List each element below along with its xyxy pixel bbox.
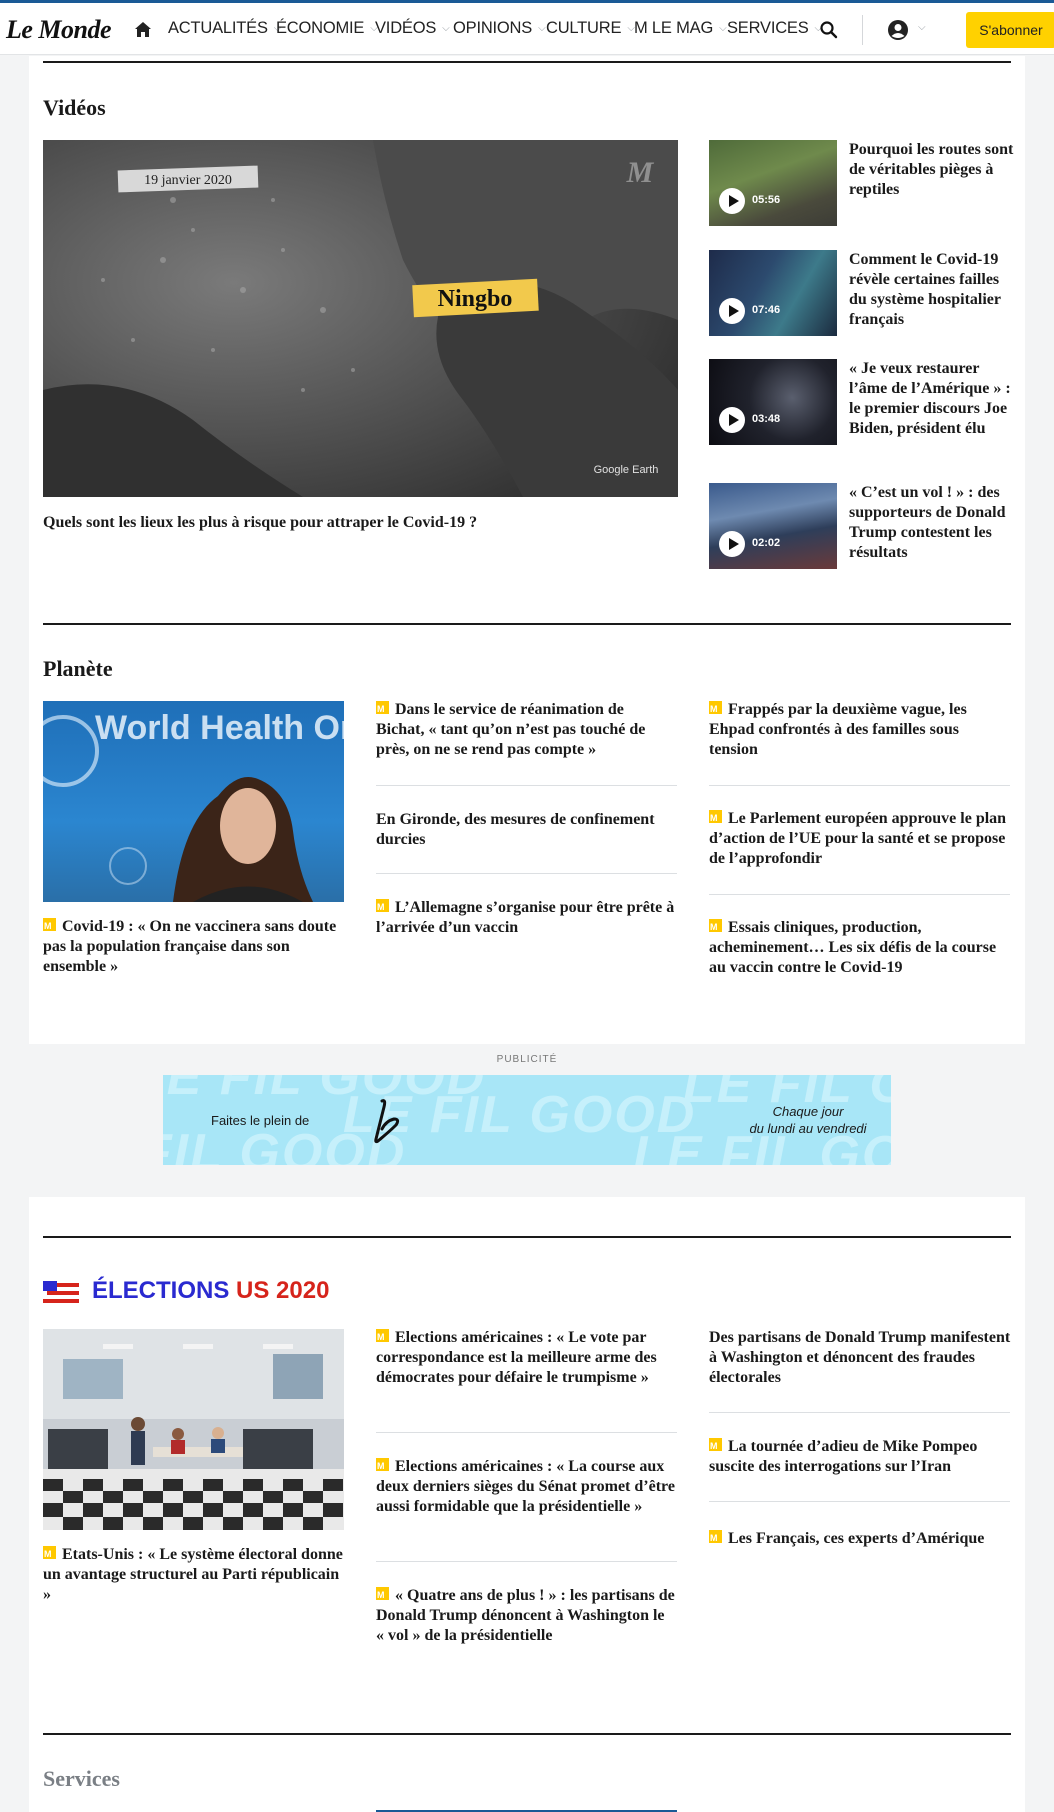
planete-article[interactable]: Frappés par la deuxième vague, les Ehpad…	[709, 699, 1009, 760]
nav-m-le-mag[interactable]: M LE MAG ⌵	[634, 19, 727, 38]
divider	[376, 1561, 677, 1562]
play-icon	[719, 531, 745, 557]
le-monde-badge-icon	[709, 1436, 722, 1456]
account-icon[interactable]	[887, 19, 909, 41]
main-video-caption[interactable]: Quels sont les lieux les plus à risque p…	[43, 512, 678, 534]
play-icon	[719, 407, 745, 433]
video-thumbnail: 07:46	[709, 250, 837, 336]
section-title-elections[interactable]: ÉLECTIONS US 2020	[92, 1277, 329, 1305]
nav-culture[interactable]: CULTURE ⌵	[546, 19, 635, 38]
divider	[709, 1412, 1010, 1413]
le-monde-badge-icon	[376, 1327, 389, 1347]
planete-article[interactable]: Le Parlement européen approuve le plan d…	[709, 808, 1009, 869]
play-icon	[719, 298, 745, 324]
elections-article[interactable]: Elections américaines : « Le vote par co…	[376, 1327, 676, 1388]
ad-left-text: Faites le plein de	[211, 1113, 310, 1128]
search-icon[interactable]	[819, 20, 839, 40]
polling-station-photo	[43, 1329, 344, 1530]
section-rule	[43, 1236, 1011, 1238]
video-item[interactable]: 05:56 Pourquoi les routes sont de vérita…	[709, 140, 1013, 230]
video-item[interactable]: 03:48 « Je veux restaurer l’âme de l’Amé…	[709, 359, 1011, 449]
nav-videos[interactable]: VIDÉOS ⌵	[375, 19, 450, 38]
le-monde-badge-icon	[43, 1544, 56, 1564]
ad-right-text: Chaque jour du lundi au vendredi	[749, 1104, 867, 1136]
planete-article[interactable]: Essais cliniques, production, achemineme…	[709, 917, 1009, 978]
video-thumbnail: 02:02	[709, 483, 837, 569]
chevron-down-icon: ⌵	[719, 23, 727, 35]
le-monde-badge-icon	[376, 1456, 389, 1476]
video-thumbnail: 05:56	[709, 140, 837, 226]
subscribe-button[interactable]: S'abonner	[966, 12, 1054, 48]
map-credit: Google Earth	[594, 464, 659, 476]
nav-services[interactable]: SERVICES ⌵	[727, 19, 822, 38]
divider	[376, 785, 677, 786]
section-title-videos[interactable]: Vidéos	[43, 95, 106, 121]
main-video-player[interactable]: 19 janvier 2020 Ningbo M Google Earth	[43, 140, 678, 497]
home-icon[interactable]	[133, 20, 153, 40]
video-item[interactable]: 07:46 Comment le Covid-19 révèle certain…	[709, 250, 1009, 340]
le-monde-badge-icon	[376, 699, 389, 719]
advertising-label: PUBLICITÉ	[496, 1054, 558, 1065]
advertising-banner[interactable]: LE FIL GOOD LE FIL GOOD LE FIL GOOD LE F…	[163, 1075, 891, 1165]
nav-economie[interactable]: ÉCONOMIE ⌵	[276, 19, 378, 38]
planete-main-article[interactable]: Covid-19 : « On ne vaccinera sans doute …	[43, 916, 348, 977]
top-navigation: Le Monde ACTUALITÉS ⌵ ÉCONOMIE ⌵ VIDÉOS ⌵ O…	[0, 3, 1054, 55]
video-duration: 02:02	[752, 537, 781, 549]
nav-separator	[862, 15, 863, 45]
who-text: World Health Organization	[95, 709, 344, 747]
play-icon	[719, 188, 745, 214]
planete-article[interactable]: L’Allemagne s’organise pour être prête à…	[376, 897, 676, 938]
divider	[376, 1432, 677, 1433]
chevron-down-icon: ⌵	[442, 23, 450, 35]
video-thumbnail: 03:48	[709, 359, 837, 445]
us-flag-icon	[43, 1281, 79, 1305]
who-photo: World Health Organization	[43, 709, 344, 902]
video-date-overlay: 19 janvier 2020	[144, 173, 232, 188]
elections-article[interactable]: Elections américaines : « La course aux …	[376, 1456, 676, 1517]
elections-article[interactable]: La tournée d’adieu de Mike Pompeo suscit…	[709, 1436, 1009, 1477]
video-title[interactable]: « Je veux restaurer l’âme de l’Amérique …	[849, 359, 1014, 439]
section-title-services[interactable]: Services	[43, 1766, 120, 1792]
le-monde-badge-icon	[709, 808, 722, 828]
le-monde-badge-icon	[709, 917, 722, 937]
video-item[interactable]: 02:02 « C’est un vol ! » : des supporteu…	[709, 483, 1009, 573]
le-monde-badge-icon	[376, 897, 389, 917]
le-monde-badge-icon	[376, 1585, 389, 1605]
video-duration: 05:56	[752, 194, 781, 206]
elections-article[interactable]: « Quatre ans de plus ! » : les partisans…	[376, 1585, 676, 1646]
elections-main-image[interactable]	[43, 1329, 344, 1530]
video-title[interactable]: Comment le Covid-19 révèle certaines fai…	[849, 250, 1014, 330]
section-title-planete[interactable]: Planète	[43, 656, 113, 682]
elections-main-article[interactable]: Etats-Unis : « Le système électoral donn…	[43, 1544, 348, 1605]
divider	[709, 785, 1010, 786]
elections-article[interactable]: Les Français, ces experts d’Amérique	[709, 1528, 1009, 1549]
planete-main-image[interactable]: World Health Organization	[43, 701, 344, 902]
elections-article[interactable]: Des partisans de Donald Trump manifesten…	[709, 1328, 1011, 1388]
watermark-m: M	[626, 156, 655, 189]
planete-article[interactable]: En Gironde, des mesures de confinement d…	[376, 810, 676, 850]
le-monde-badge-icon	[43, 916, 56, 936]
section-rule	[43, 61, 1011, 63]
le-monde-badge-icon	[709, 1528, 722, 1548]
divider	[709, 1501, 1010, 1502]
ad-logo-icon	[374, 1099, 400, 1144]
le-monde-badge-icon	[709, 699, 722, 719]
satellite-map-image: 19 janvier 2020 Ningbo M Google Earth	[43, 140, 678, 497]
nav-actualites[interactable]: ACTUALITÉS ⌵	[168, 19, 281, 38]
video-duration: 03:48	[752, 413, 781, 425]
nav-opinions[interactable]: OPINIONS ⌵	[453, 19, 546, 38]
video-duration: 07:46	[752, 304, 781, 316]
chevron-down-icon: ⌵	[538, 23, 546, 35]
chevron-down-icon[interactable]: ⌵	[918, 22, 926, 33]
video-place-overlay: Ningbo	[438, 286, 513, 312]
planete-article[interactable]: Dans le service de réanimation de Bichat…	[376, 699, 676, 760]
section-rule	[43, 1733, 1011, 1735]
video-title[interactable]: Pourquoi les routes sont de véritables p…	[849, 140, 1014, 200]
divider	[709, 894, 1010, 895]
video-title[interactable]: « C’est un vol ! » : des supporteurs de …	[849, 483, 1014, 563]
divider	[376, 873, 677, 874]
section-rule	[43, 623, 1011, 625]
site-logo[interactable]: Le Monde	[6, 15, 112, 45]
